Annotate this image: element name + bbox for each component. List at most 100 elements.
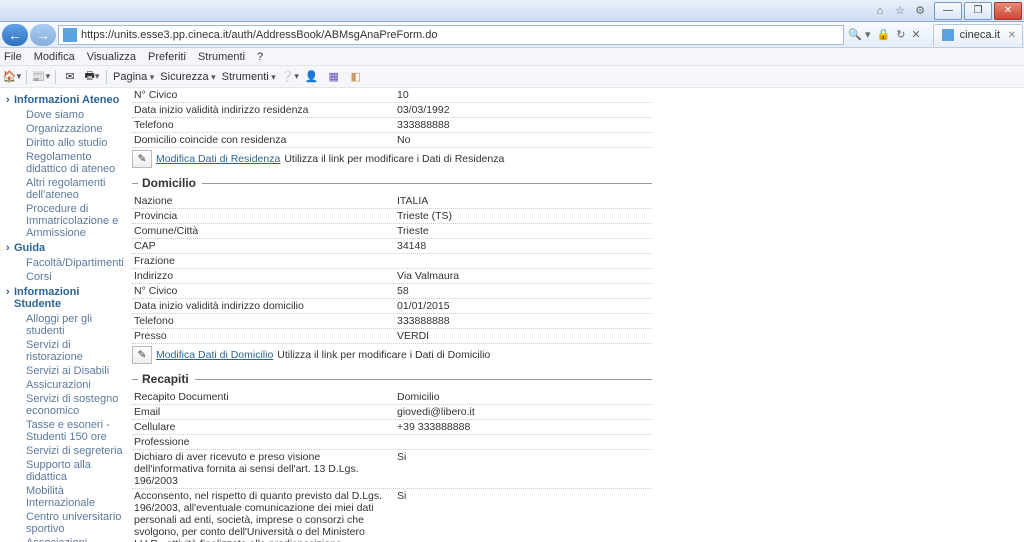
maximize-button[interactable]: ❐ (964, 2, 992, 20)
menu-modifica[interactable]: Modifica (34, 51, 75, 63)
domicilio-label: Comune/Città (132, 224, 395, 238)
feeds-icon[interactable]: 📰 (33, 69, 49, 85)
forward-button[interactable]: → (30, 24, 56, 46)
menu-strumenti[interactable]: Strumenti (198, 51, 245, 63)
residenza-row: Domicilio coincide con residenzaNo (132, 133, 652, 148)
recapiti-label: Professione (132, 435, 395, 449)
tab-favicon-icon (942, 29, 954, 41)
sidebar-item-info-stud-10[interactable]: Associazioni studentesche (16, 536, 124, 542)
domicilio-label: Data inizio validità indirizzo domicilio (132, 299, 395, 313)
domicilio-label: Indirizzo (132, 269, 395, 283)
recapiti-value: Domicilio (395, 390, 652, 404)
sidebar-item-info-ateneo-1[interactable]: Organizzazione (16, 122, 124, 136)
ie-favicon-icon (63, 28, 77, 42)
domicilio-label: Frazione (132, 254, 395, 268)
menu-preferiti[interactable]: Preferiti (148, 51, 186, 63)
close-button[interactable]: ✕ (994, 2, 1022, 20)
edit-domicilio-link[interactable]: Modifica Dati di Domicilio (156, 349, 273, 361)
recapiti-value (395, 435, 652, 437)
domicilio-row: Data inizio validità indirizzo domicilio… (132, 299, 652, 314)
residenza-label: Domicilio coincide con residenza (132, 133, 395, 147)
pagina-menu[interactable]: Pagina (113, 71, 154, 83)
sidebar-item-info-ateneo-4[interactable]: Altri regolamenti dell'ateneo (16, 176, 124, 202)
home-icon[interactable]: ⌂ (872, 3, 888, 19)
sicurezza-menu[interactable]: Sicurezza (160, 71, 215, 83)
recapiti-row: Emailgiovedi@libero.it (132, 405, 652, 420)
sidebar-item-info-stud-2[interactable]: Servizi ai Disabili (16, 364, 124, 378)
domicilio-label: Presso (132, 329, 395, 343)
print-icon[interactable]: 🖶 (84, 69, 100, 85)
edit-residenza-text: Utilizza il link per modificare i Dati d… (284, 153, 504, 165)
tb-icon2[interactable]: ▦ (326, 69, 342, 85)
recapiti-row: Professione (132, 435, 652, 450)
sidebar-cat-guida[interactable]: Guida (6, 242, 124, 254)
recapiti-row: Recapito DocumentiDomicilio (132, 390, 652, 405)
residenza-row: Telefono333888888 (132, 118, 652, 133)
sidebar-item-info-ateneo-3[interactable]: Regolamento didattico di ateneo (16, 150, 124, 176)
pencil-icon[interactable]: ✎ (132, 346, 152, 364)
home-dropdown-icon[interactable]: 🏠 (4, 69, 20, 85)
sidebar-item-info-stud-4[interactable]: Servizi di sostegno economico (16, 392, 124, 418)
sidebar-item-info-stud-3[interactable]: Assicurazioni (16, 378, 124, 392)
sidebar-cat-info-ateneo[interactable]: Informazioni Ateneo (6, 94, 124, 106)
tb-icon3[interactable]: ◧ (348, 69, 364, 85)
residenza-label: Data inizio validità indirizzo residenza (132, 103, 395, 117)
menu-visualizza[interactable]: Visualizza (87, 51, 136, 63)
sidebar-item-info-stud-1[interactable]: Servizi di ristorazione (16, 338, 124, 364)
domicilio-value: VERDI (395, 329, 652, 343)
recapiti-value: giovedi@libero.it (395, 405, 652, 419)
sidebar-item-guida-0[interactable]: Facoltà/Dipartimenti (16, 256, 124, 270)
residenza-value: No (395, 133, 652, 147)
sidebar-item-info-ateneo-5[interactable]: Procedure di Immatricolazione e Ammissio… (16, 202, 124, 240)
window-titlebar: ⌂ ☆ ⚙ — ❐ ✕ (0, 0, 1024, 22)
domicilio-value: 58 (395, 284, 652, 298)
gear-icon[interactable]: ⚙ (912, 3, 928, 19)
sidebar: Informazioni Ateneo Dove siamoOrganizzaz… (0, 88, 126, 542)
tab-cineca[interactable]: cineca.it ✕ (933, 24, 1023, 46)
address-bar: ← → https://units.esse3.pp.cineca.it/aut… (0, 22, 1024, 48)
stop-icon[interactable]: ✕ (911, 28, 920, 41)
menu-file[interactable]: File (4, 51, 22, 63)
domicilio-value: 333888888 (395, 314, 652, 328)
residenza-value: 10 (395, 88, 652, 102)
sidebar-item-info-ateneo-0[interactable]: Dove siamo (16, 108, 124, 122)
recapiti-row: Acconsento, nel rispetto di quanto previ… (132, 489, 652, 542)
recapiti-label: Dichiaro di aver ricevuto e preso vision… (132, 450, 395, 488)
sidebar-cat-info-stud[interactable]: Informazioni Studente (6, 286, 124, 310)
domicilio-value: ITALIA (395, 194, 652, 208)
sidebar-item-info-stud-6[interactable]: Servizi di segreteria (16, 444, 124, 458)
refresh-icon[interactable]: ↻ (896, 28, 905, 41)
sidebar-item-info-stud-5[interactable]: Tasse e esoneri - Studenti 150 ore (16, 418, 124, 444)
tab-close-icon[interactable]: ✕ (1008, 30, 1016, 41)
star-icon[interactable]: ☆ (892, 3, 908, 19)
edit-residenza-link[interactable]: Modifica Dati di Residenza (156, 153, 280, 165)
domicilio-value (395, 254, 652, 256)
section-domicilio: Domicilio NazioneITALIAProvinciaTrieste … (132, 176, 652, 366)
domicilio-row: N° Civico58 (132, 284, 652, 299)
back-button[interactable]: ← (2, 24, 28, 46)
menu-help[interactable]: ? (257, 51, 263, 63)
edit-residenza-row: ✎ Modifica Dati di Residenza Utilizza il… (132, 148, 652, 170)
sidebar-item-info-ateneo-2[interactable]: Diritto allo studio (16, 136, 124, 150)
search-icon[interactable]: 🔍 ▾ (848, 28, 870, 41)
sidebar-item-info-stud-9[interactable]: Centro universitario sportivo (16, 510, 124, 536)
mail-icon[interactable]: ✉ (62, 69, 78, 85)
recapiti-label: Cellulare (132, 420, 395, 434)
recapiti-label: Email (132, 405, 395, 419)
strumenti-menu[interactable]: Strumenti (222, 71, 276, 83)
minimize-button[interactable]: — (934, 2, 962, 20)
residenza-value: 03/03/1992 (395, 103, 652, 117)
domicilio-row: Comune/CittàTrieste (132, 224, 652, 239)
sidebar-item-info-stud-0[interactable]: Alloggi per gli studenti (16, 312, 124, 338)
pencil-icon[interactable]: ✎ (132, 150, 152, 168)
help-icon[interactable]: ❔ (282, 69, 298, 85)
domicilio-value: Trieste (TS) (395, 209, 652, 223)
domicilio-label: Nazione (132, 194, 395, 208)
sidebar-item-info-stud-8[interactable]: Mobilità Internazionale (16, 484, 124, 510)
sidebar-item-guida-1[interactable]: Corsi (16, 270, 124, 284)
url-input[interactable]: https://units.esse3.pp.cineca.it/auth/Ad… (58, 25, 844, 45)
sidebar-item-info-stud-7[interactable]: Supporto alla didattica (16, 458, 124, 484)
url-text: https://units.esse3.pp.cineca.it/auth/Ad… (81, 29, 437, 41)
tb-icon1[interactable]: 👤 (304, 69, 320, 85)
domicilio-row: ProvinciaTrieste (TS) (132, 209, 652, 224)
